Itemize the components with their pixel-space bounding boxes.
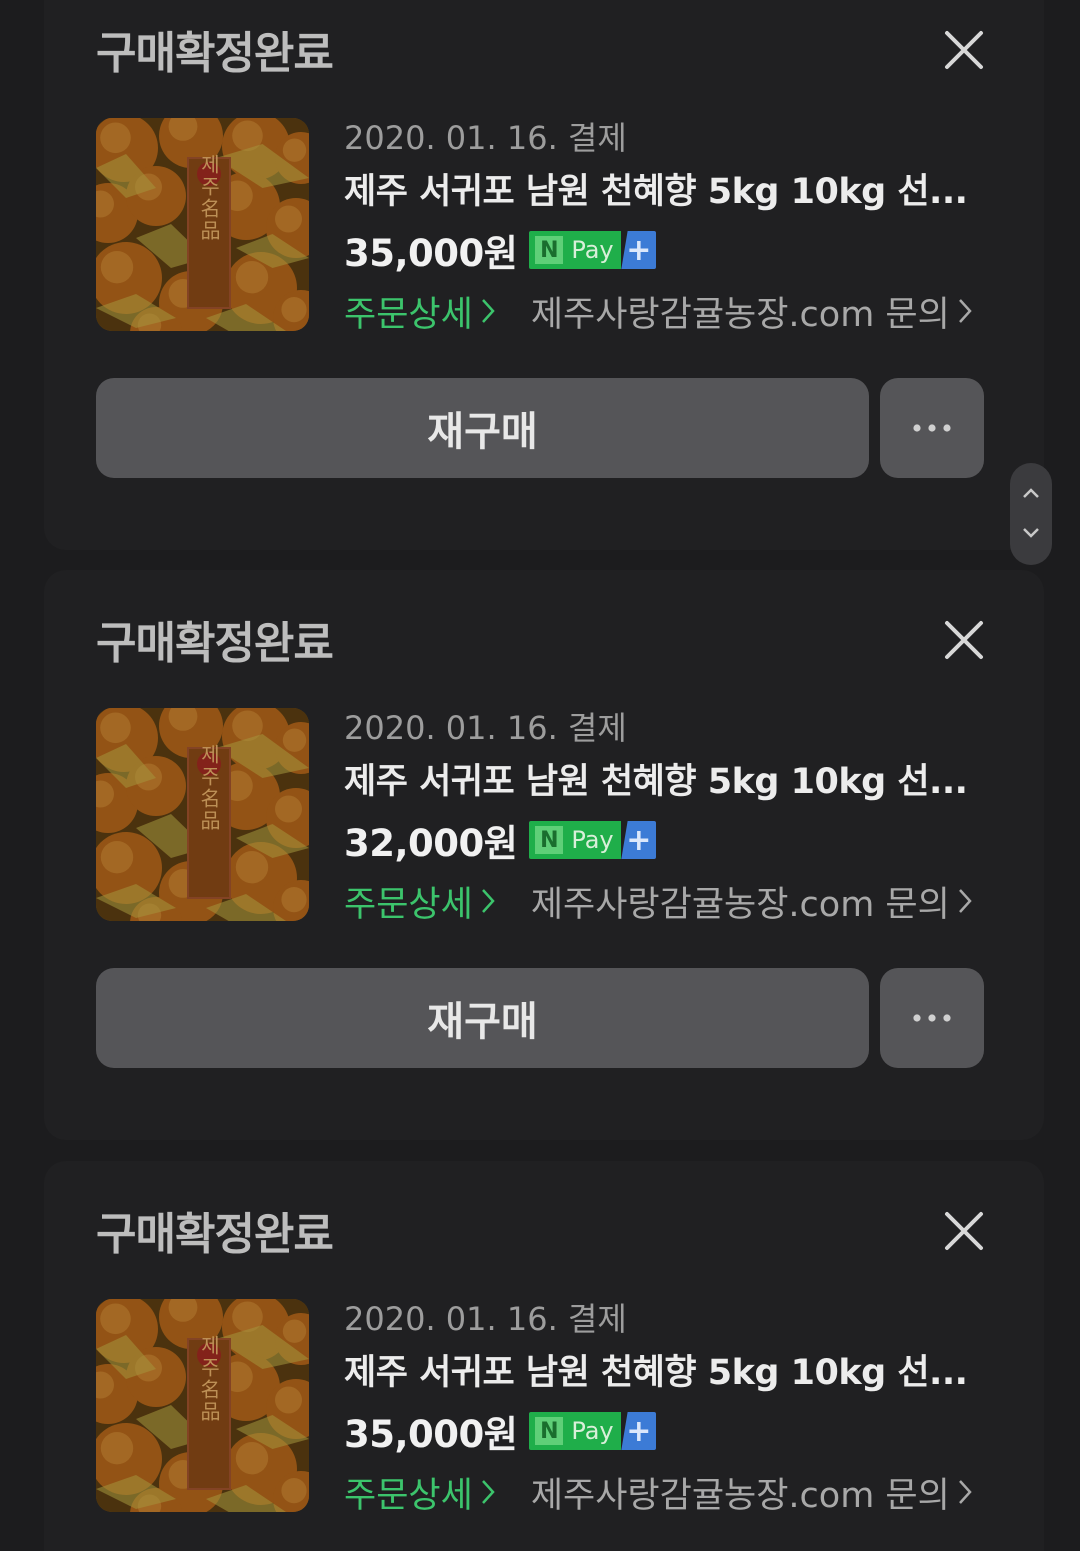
- order-price: 32,000원: [344, 822, 518, 865]
- product-title[interactable]: 제주 서귀포 남원 천혜향 5kg 10kg 선...: [344, 1349, 984, 1397]
- chevron-up-icon: [1023, 488, 1039, 498]
- npay-n-logo: N: [535, 1417, 564, 1445]
- chevron-right-icon: [958, 889, 972, 913]
- product-thumbnail[interactable]: 제주名品: [96, 118, 309, 331]
- npay-plus-badge: N Pay +: [529, 231, 657, 269]
- order-status: 구매확정완료: [96, 28, 334, 79]
- scroll-handle[interactable]: [1010, 463, 1052, 565]
- more-options-button[interactable]: [880, 378, 984, 478]
- delete-order-button[interactable]: [944, 1211, 984, 1251]
- chevron-right-icon: [958, 299, 972, 323]
- npay-plus-icon: +: [621, 231, 657, 269]
- close-icon: [945, 1212, 983, 1250]
- shop-inquiry-label: 제주사랑감귤농장.com 문의: [530, 884, 950, 925]
- order-detail-label: 주문상세: [344, 294, 473, 335]
- npay-plus-badge: N Pay +: [529, 1412, 657, 1450]
- product-thumbnail[interactable]: 제주名品: [96, 708, 309, 921]
- product-thumbnail[interactable]: 제주名品: [96, 1299, 309, 1512]
- order-status: 구매확정완료: [96, 1209, 334, 1260]
- more-dots-icon: [913, 424, 951, 432]
- more-options-button[interactable]: [880, 968, 984, 1068]
- product-title[interactable]: 제주 서귀포 남원 천혜향 5kg 10kg 선...: [344, 168, 984, 216]
- chevron-down-icon: [1023, 528, 1039, 538]
- rebuy-label: 재구매: [427, 409, 538, 455]
- npay-pay-label: Pay: [569, 821, 622, 859]
- npay-n-logo: N: [535, 826, 564, 854]
- npay-plus-icon: +: [621, 1412, 657, 1450]
- rebuy-button[interactable]: 재구매: [96, 378, 869, 478]
- shop-inquiry-label: 제주사랑감귤농장.com 문의: [530, 1475, 950, 1516]
- order-card: 구매확정완료 제주名品 2020. 01. 16. 결제 제주 서귀포 남원 천…: [44, 570, 1044, 1140]
- order-card: 구매확정완료 제주名品 2020. 01. 16. 결제 제주 서귀포 남원 천…: [44, 1161, 1044, 1551]
- order-price: 35,000원: [344, 1413, 518, 1456]
- npay-pay-label: Pay: [569, 1412, 622, 1450]
- order-price: 35,000원: [344, 232, 518, 275]
- chevron-right-icon: [481, 889, 495, 913]
- product-title[interactable]: 제주 서귀포 남원 천혜향 5kg 10kg 선...: [344, 758, 984, 806]
- shop-inquiry-link[interactable]: 제주사랑감귤농장.com 문의: [531, 876, 972, 927]
- chevron-right-icon: [958, 1480, 972, 1504]
- close-icon: [945, 31, 983, 69]
- shop-inquiry-label: 제주사랑감귤농장.com 문의: [530, 294, 950, 335]
- chevron-right-icon: [481, 1480, 495, 1504]
- order-detail-link[interactable]: 주문상세: [344, 876, 495, 927]
- shop-inquiry-link[interactable]: 제주사랑감귤농장.com 문의: [531, 286, 972, 337]
- shop-inquiry-link[interactable]: 제주사랑감귤농장.com 문의: [531, 1467, 972, 1518]
- payment-date: 2020. 01. 16. 결제: [344, 119, 627, 157]
- order-status: 구매확정완료: [96, 618, 334, 669]
- more-dots-icon: [913, 1014, 951, 1022]
- order-detail-label: 주문상세: [344, 1475, 473, 1516]
- order-detail-label: 주문상세: [344, 884, 473, 925]
- order-detail-link[interactable]: 주문상세: [344, 1467, 495, 1518]
- npay-plus-icon: +: [621, 821, 657, 859]
- npay-pay-label: Pay: [569, 231, 622, 269]
- order-card: 구매확정완료 제주名品 2020. 01. 16. 결제 제주 서귀포 남원 천…: [44, 0, 1044, 550]
- payment-date: 2020. 01. 16. 결제: [344, 709, 627, 747]
- chevron-right-icon: [481, 299, 495, 323]
- rebuy-label: 재구매: [427, 999, 538, 1045]
- order-list-screen: 구매확정완료 제주名品 2020. 01. 16. 결제 제주 서귀포 남원 천…: [0, 0, 1080, 1551]
- payment-date: 2020. 01. 16. 결제: [344, 1300, 627, 1338]
- npay-n-logo: N: [535, 236, 564, 264]
- rebuy-button[interactable]: 재구매: [96, 968, 869, 1068]
- delete-order-button[interactable]: [944, 30, 984, 70]
- order-detail-link[interactable]: 주문상세: [344, 286, 495, 337]
- delete-order-button[interactable]: [944, 620, 984, 660]
- close-icon: [945, 621, 983, 659]
- npay-plus-badge: N Pay +: [529, 821, 657, 859]
